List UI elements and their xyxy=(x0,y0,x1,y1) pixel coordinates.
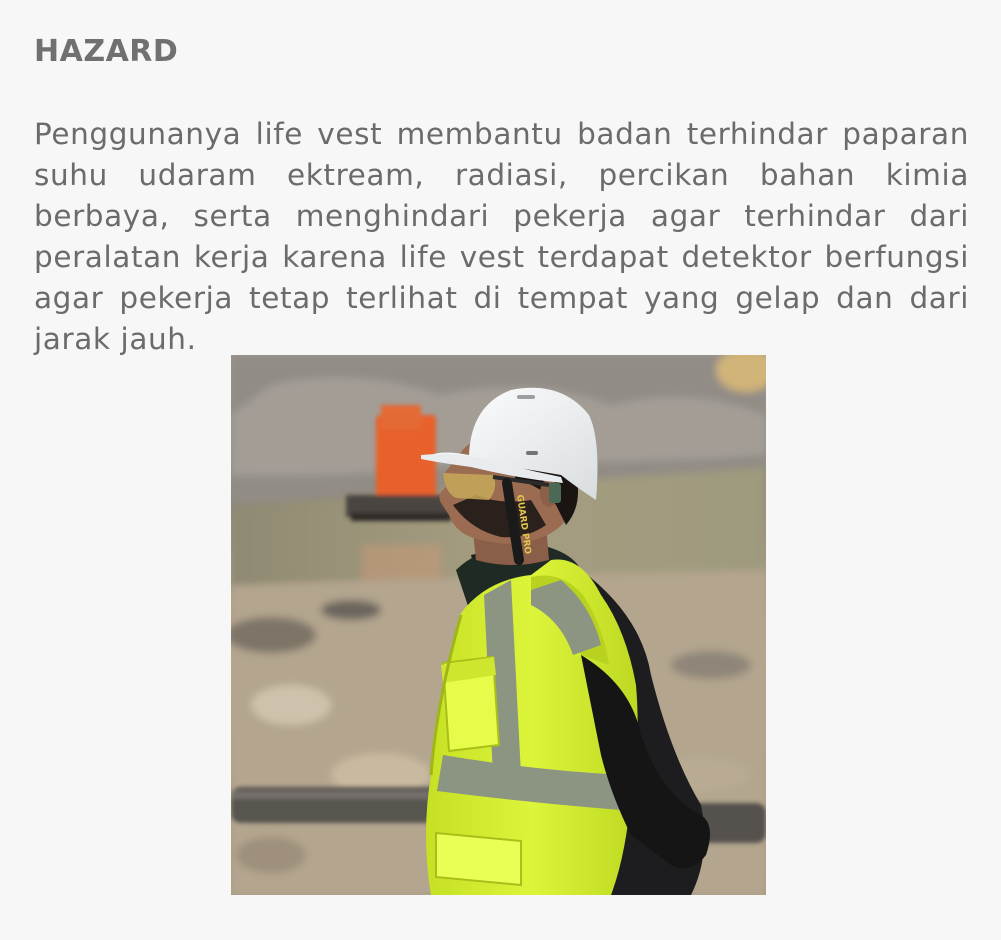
body-paragraph: Penggunanya life vest membantu badan ter… xyxy=(34,117,969,356)
page-title: HAZARD xyxy=(34,34,179,69)
worker-photo: GUARD PRO xyxy=(231,355,766,895)
